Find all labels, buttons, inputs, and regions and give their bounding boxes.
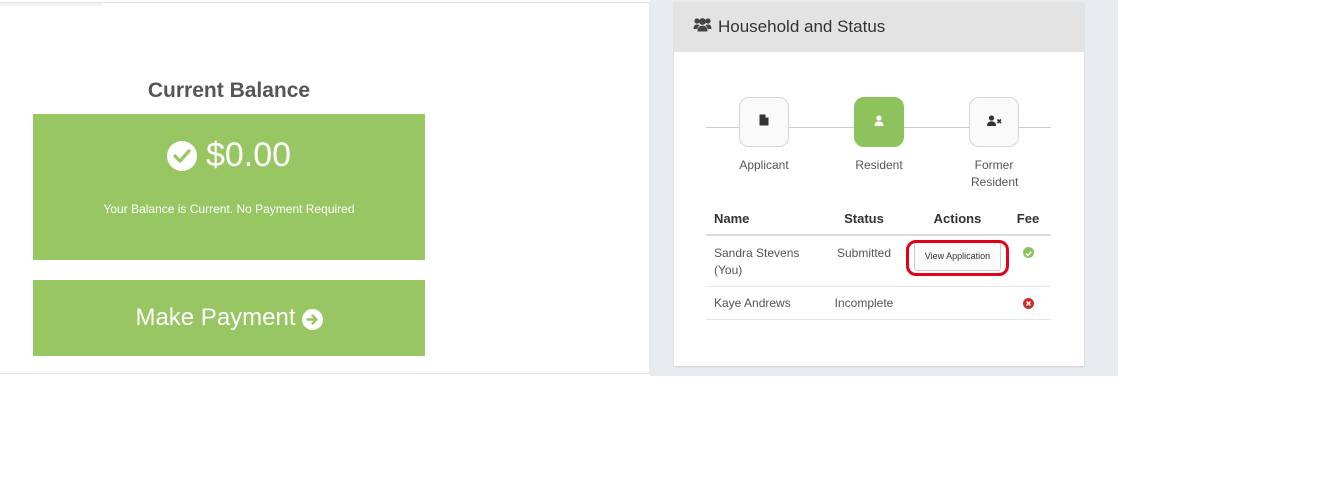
step-resident xyxy=(854,97,904,147)
household-members-table: Name Status Actions Fee Sandra Stevens (… xyxy=(706,202,1051,320)
file-icon xyxy=(759,113,769,131)
balance-amount-row: $0.00 xyxy=(33,136,425,175)
table-row: Sandra Stevens (You) Submitted View Appl… xyxy=(706,235,1051,287)
step-former-resident xyxy=(969,97,1019,147)
user-times-icon xyxy=(986,113,1002,131)
balance-title: Current Balance xyxy=(147,79,311,102)
member-status: Submitted xyxy=(818,235,910,287)
check-circle-icon xyxy=(1022,247,1034,258)
member-status: Incomplete xyxy=(818,286,910,320)
member-fee xyxy=(1005,286,1051,320)
table-header-row: Name Status Actions Fee xyxy=(706,202,1051,236)
header-status: Status xyxy=(818,202,910,236)
balance-box: $0.00 Your Balance is Current. No Paymen… xyxy=(33,114,425,260)
step-label-resident: Resident xyxy=(855,158,903,172)
user-icon xyxy=(874,113,884,131)
users-icon xyxy=(693,17,712,37)
header-actions: Actions xyxy=(910,202,1005,236)
card-title: Household and Status xyxy=(718,17,886,36)
balance-panel: Current Balance $0.00 Your Balance is Cu… xyxy=(0,2,650,374)
household-card: Household and Status Applicant Resident … xyxy=(674,2,1084,366)
top-tab-edge xyxy=(0,3,103,6)
arrow-circle-right-icon xyxy=(301,308,323,330)
check-circle-icon xyxy=(166,140,197,171)
member-actions xyxy=(910,286,1005,320)
member-actions: View Application xyxy=(910,235,1005,287)
balance-amount: $0.00 xyxy=(205,136,292,174)
card-header: Household and Status xyxy=(674,2,1084,52)
member-fee xyxy=(1005,235,1051,287)
times-circle-icon xyxy=(1022,297,1034,309)
header-fee: Fee xyxy=(1005,202,1051,236)
table-row: Kaye Andrews Incomplete xyxy=(706,286,1051,320)
step-label-former-resident: Former Resident xyxy=(971,158,1019,189)
view-application-button[interactable]: View Application xyxy=(913,242,1002,271)
member-name: Kaye Andrews xyxy=(706,286,818,320)
step-applicant xyxy=(739,97,789,147)
member-name: Sandra Stevens (You) xyxy=(706,235,818,287)
step-label-applicant: Applicant xyxy=(739,158,789,172)
balance-message: Your Balance is Current. No Payment Requ… xyxy=(103,202,355,216)
make-payment-button[interactable]: Make Payment xyxy=(33,280,425,356)
header-name: Name xyxy=(706,202,818,236)
make-payment-label: Make Payment xyxy=(135,304,296,331)
